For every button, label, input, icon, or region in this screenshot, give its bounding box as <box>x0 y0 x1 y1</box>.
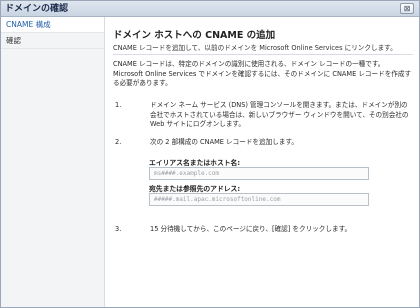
sidebar-item-label: CNAME 構成 <box>6 20 51 29</box>
sidebar-item-label: 確認 <box>6 36 21 45</box>
step-text: 次の 2 部構成の CNAME レコードを追加します。 <box>150 138 298 146</box>
page-subtitle: CNAME レコードを追加して、以前のドメインを Microsoft Onlin… <box>113 44 397 52</box>
step-number: 2. <box>115 138 122 146</box>
target-field[interactable]: #####.mail.apac.microsoftonline.com <box>149 193 369 206</box>
step-number: 3. <box>115 225 122 233</box>
page-title: ドメイン ホストへの CNAME の追加 <box>113 30 276 41</box>
main-content: ドメイン ホストへの CNAME の追加 CNAME レコードを追加して、以前の… <box>105 17 419 307</box>
close-button[interactable]: ⊠ <box>400 3 414 14</box>
dialog-title: ドメインの確認 <box>5 4 69 14</box>
step-number: 1. <box>115 101 122 109</box>
close-icon: ⊠ <box>403 3 411 13</box>
step-text: 15 分待機してから、このページに戻り、[確認] をクリックします。 <box>150 225 352 233</box>
sidebar-item-cname-config[interactable]: CNAME 構成 <box>1 17 104 33</box>
title-bar: ドメインの確認 ⊠ <box>1 1 419 17</box>
sidebar: CNAME 構成 確認 <box>1 17 105 307</box>
divider <box>113 54 413 55</box>
alias-field[interactable]: ms####.example.com <box>149 167 369 180</box>
sidebar-item-verify[interactable]: 確認 <box>1 33 104 49</box>
alias-label: エイリアス名またはホスト名: <box>149 159 241 167</box>
step-text: ドメイン ネーム サービス (DNS) 管理コンソールを開きます。または、ドメイ… <box>150 101 409 128</box>
intro-text: CNAME レコードは、特定のドメインの識別に使用される、ドメイン レコードの一… <box>113 60 412 87</box>
target-label: 宛先または参照先のアドレス: <box>149 185 241 193</box>
dialog-window: ドメインの確認 ⊠ CNAME 構成 確認 ドメイン ホストへの CNAME の… <box>0 0 420 308</box>
